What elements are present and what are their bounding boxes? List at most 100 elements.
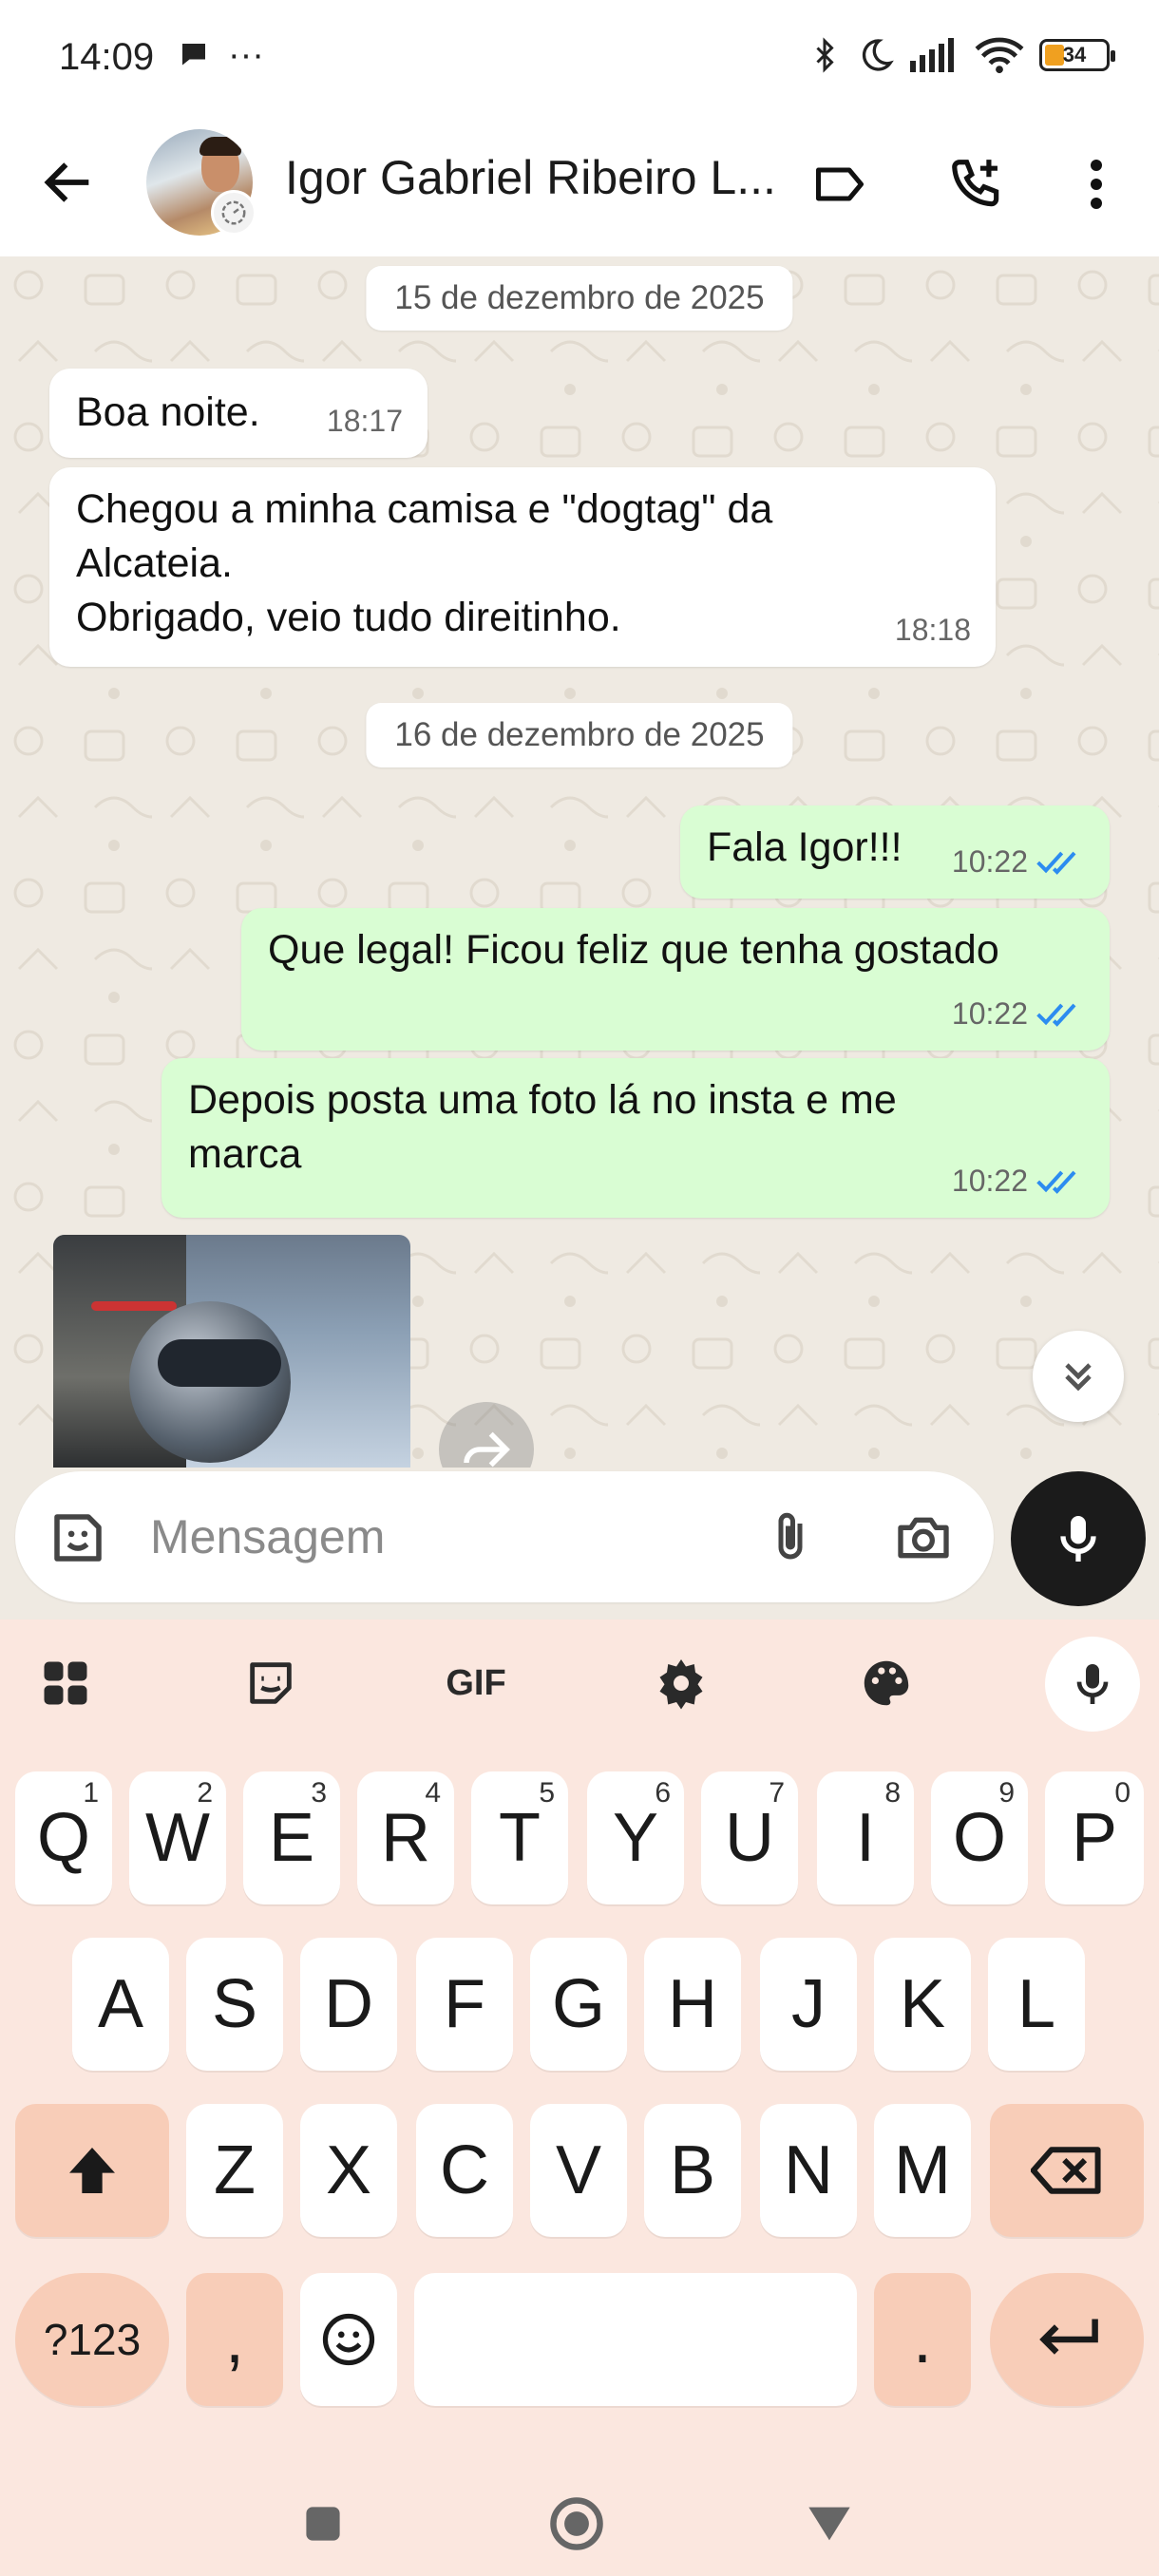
read-double-tick-icon bbox=[1036, 1003, 1076, 1027]
key-m[interactable]: M bbox=[874, 2104, 971, 2237]
key-f[interactable]: F bbox=[416, 1938, 513, 2071]
enter-key[interactable] bbox=[990, 2273, 1144, 2406]
scroll-to-bottom-button[interactable] bbox=[1033, 1331, 1124, 1422]
back-nav-button[interactable] bbox=[796, 2491, 863, 2557]
chat-area[interactable]: 15 de dezembro de 2025 Boa noite. 18:17 … bbox=[0, 256, 1159, 1468]
key-x[interactable]: X bbox=[300, 2104, 397, 2237]
key-j[interactable]: J bbox=[760, 1938, 857, 2071]
comma-key[interactable]: , bbox=[186, 2273, 283, 2406]
message-text: Que legal! Ficou feliz que tenha gostado bbox=[268, 927, 999, 973]
key-s[interactable]: S bbox=[186, 1938, 283, 2071]
chat-header: Igor Gabriel Ribeiro L... bbox=[0, 114, 1159, 256]
more-notifications-indicator: ··· bbox=[228, 35, 264, 75]
overflow-menu-button[interactable] bbox=[1060, 148, 1132, 220]
backspace-icon bbox=[1031, 2147, 1101, 2194]
key-z[interactable]: Z bbox=[186, 2104, 283, 2237]
phone-plus-icon bbox=[952, 160, 999, 207]
key-d[interactable]: D bbox=[300, 1938, 397, 2071]
soft-keyboard: GIF Q1 W2 E3 R4 T5 Y6 U7 I8 O9 P0 A S D … bbox=[0, 1619, 1159, 2576]
message-time: 10:22 bbox=[951, 996, 1028, 1031]
microphone-icon bbox=[1076, 1664, 1109, 1704]
key-l[interactable]: L bbox=[988, 1938, 1085, 2071]
signal-icon bbox=[910, 38, 954, 72]
keyboard-voice-input-button[interactable] bbox=[1045, 1637, 1140, 1732]
key-k[interactable]: K bbox=[874, 1938, 971, 2071]
key-n[interactable]: N bbox=[760, 2104, 857, 2237]
keyboard-apps-button[interactable] bbox=[23, 1640, 108, 1726]
key-g[interactable]: G bbox=[530, 1938, 627, 2071]
arrow-left-icon bbox=[44, 162, 89, 202]
sticker-button[interactable] bbox=[44, 1504, 112, 1572]
key-i[interactable]: I8 bbox=[817, 1771, 914, 1904]
key-h[interactable]: H bbox=[644, 1938, 741, 2071]
sticker-smile-icon bbox=[54, 1514, 102, 1562]
contact-name[interactable]: Igor Gabriel Ribeiro L... bbox=[285, 150, 779, 205]
key-y[interactable]: Y6 bbox=[587, 1771, 684, 1904]
key-e[interactable]: E3 bbox=[243, 1771, 340, 1904]
read-double-tick-icon bbox=[1036, 851, 1076, 875]
emoji-key[interactable] bbox=[300, 2273, 397, 2406]
space-key[interactable] bbox=[414, 2273, 857, 2406]
keyboard-gif-button[interactable]: GIF bbox=[433, 1640, 519, 1726]
key-q[interactable]: Q1 bbox=[15, 1771, 112, 1904]
message-bubble-outgoing[interactable]: Fala Igor!!! 10:22 bbox=[680, 805, 1110, 899]
message-bubble-incoming[interactable]: Chegou a minha camisa e "dogtag" da Alca… bbox=[49, 467, 996, 667]
palette-icon bbox=[864, 1660, 909, 1706]
label-tag-icon bbox=[816, 167, 864, 201]
message-time: 18:18 bbox=[894, 613, 971, 647]
message-time: 10:22 bbox=[951, 844, 1028, 879]
circle-home-icon bbox=[550, 2497, 603, 2550]
wifi-icon bbox=[975, 37, 1024, 74]
emoji-smile-icon bbox=[322, 2313, 375, 2366]
message-input-container bbox=[15, 1471, 994, 1602]
battery-icon: 34 bbox=[1039, 39, 1115, 71]
camera-button[interactable] bbox=[889, 1504, 958, 1572]
key-v[interactable]: V bbox=[530, 2104, 627, 2237]
battery-level: 34 bbox=[1062, 43, 1087, 66]
key-a[interactable]: A bbox=[72, 1938, 169, 2071]
message-input[interactable] bbox=[148, 1500, 737, 1574]
gear-icon bbox=[659, 1659, 703, 1710]
label-button[interactable] bbox=[804, 148, 876, 220]
shift-key[interactable] bbox=[15, 2104, 169, 2237]
microphone-icon bbox=[1060, 1516, 1096, 1562]
chat-notification-icon bbox=[182, 44, 205, 66]
forward-arrow-icon bbox=[464, 1431, 510, 1468]
message-bubble-outgoing[interactable]: Depois posta uma foto lá no insta e me m… bbox=[162, 1058, 1110, 1218]
key-c[interactable]: C bbox=[416, 2104, 513, 2237]
key-p[interactable]: P0 bbox=[1045, 1771, 1144, 1904]
voice-message-button[interactable] bbox=[1011, 1471, 1146, 1606]
key-w[interactable]: W2 bbox=[129, 1771, 226, 1904]
keyboard-sticker-button[interactable] bbox=[228, 1640, 314, 1726]
key-t[interactable]: T5 bbox=[471, 1771, 568, 1904]
message-bubble-outgoing[interactable]: Que legal! Ficou feliz que tenha gostado… bbox=[241, 908, 1110, 1051]
bluetooth-icon bbox=[816, 37, 834, 73]
attach-button[interactable] bbox=[756, 1504, 825, 1572]
more-vertical-icon bbox=[1091, 160, 1102, 209]
message-text: Chegou a minha camisa e "dogtag" da Alca… bbox=[76, 486, 773, 640]
backspace-key[interactable] bbox=[990, 2104, 1144, 2237]
paperclip-icon bbox=[778, 1512, 803, 1560]
image-message-pilot-photo[interactable] bbox=[53, 1235, 410, 1468]
enter-return-icon bbox=[1039, 2319, 1098, 2355]
symbols-key[interactable]: ?123 bbox=[15, 2273, 169, 2406]
keyboard-settings-button[interactable] bbox=[638, 1640, 724, 1726]
message-composer bbox=[0, 1468, 1159, 1619]
key-o[interactable]: O9 bbox=[931, 1771, 1028, 1904]
key-u[interactable]: U7 bbox=[701, 1771, 798, 1904]
keyboard-theme-button[interactable] bbox=[844, 1640, 929, 1726]
period-key[interactable]: . bbox=[874, 2273, 971, 2406]
status-update-icon bbox=[211, 190, 256, 236]
shift-arrow-icon bbox=[69, 2148, 115, 2193]
key-b[interactable]: B bbox=[644, 2104, 741, 2237]
system-navigation-bar bbox=[0, 2470, 1159, 2576]
message-bubble-incoming[interactable]: Boa noite. 18:17 bbox=[49, 369, 428, 458]
home-button[interactable] bbox=[543, 2491, 610, 2557]
add-call-button[interactable] bbox=[940, 148, 1013, 220]
key-r[interactable]: R4 bbox=[357, 1771, 454, 1904]
recents-button[interactable] bbox=[290, 2491, 356, 2557]
back-button[interactable] bbox=[38, 152, 99, 213]
grid-apps-icon bbox=[44, 1661, 87, 1705]
camera-icon bbox=[898, 1517, 949, 1559]
status-bar: 14:09 ··· 34 bbox=[0, 0, 1159, 114]
